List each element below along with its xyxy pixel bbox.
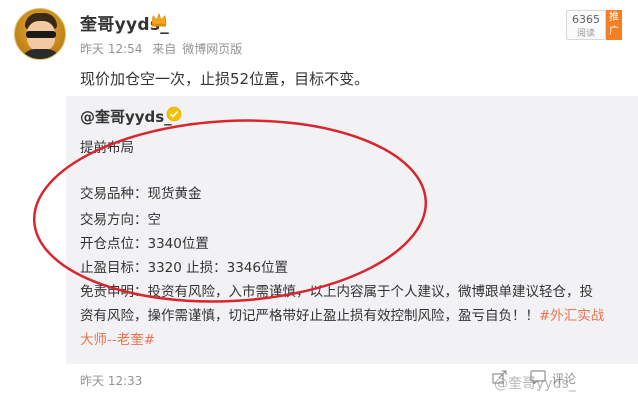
crown-icon (151, 12, 167, 27)
weibo-post-card: 奎哥yyds_ 昨天 12:54 来自 微博网页版 6365 阅读 推广 现价加仓… (0, 0, 638, 400)
hashtag-link-part1[interactable]: #外汇实战 (539, 308, 604, 324)
promo-button[interactable]: 推广 (606, 10, 622, 40)
reposted-content[interactable]: @奎哥yyds_ 提前布局 交易品种：现货黄金 交易方向：空 开仓点位：3340… (66, 96, 638, 364)
read-count: 6365 (572, 13, 600, 26)
watermark: @奎哥yyds_ (494, 376, 576, 392)
post-time[interactable]: 昨天 12:54 (80, 42, 142, 56)
repost-time[interactable]: 昨天 12:33 (80, 372, 142, 389)
repost-line-3: 交易方向：空 (80, 212, 161, 228)
repost-line-7-text: 资有风险，操作需谨慎，切记严格带好止盈止损有效控制风险，盈亏自负！！ (80, 308, 539, 324)
repost-line-4: 开仓点位：3340位置 (80, 236, 209, 252)
post-text: 现价加仓空一次，止损52位置，目标不变。 (80, 70, 370, 88)
hashtag-link-part2[interactable]: 大师--老奎# (80, 328, 155, 348)
source-prefix: 来自 (152, 42, 177, 56)
post-source[interactable]: 微博网页版 (182, 42, 242, 56)
repost-line-2: 交易品种：现货黄金 (80, 186, 202, 202)
verified-badge-icon (166, 106, 182, 122)
post-meta: 昨天 12:54 来自 微博网页版 (80, 40, 248, 57)
read-label: 阅读 (576, 29, 595, 39)
repost-username[interactable]: @奎哥yyds_ (80, 106, 172, 127)
repost-line-6: 免责申明：投资有风险，入市需谨慎，以上内容属于个人建议，微博跟单建议轻仓，投 (80, 284, 593, 300)
repost-line-5: 止盈目标：3320 止损：3346位置 (80, 260, 289, 276)
repost-line-1: 提前布局 (80, 140, 134, 156)
repost-line-7: 资有风险，操作需谨慎，切记严格带好止盈止损有效控制风险，盈亏自负！！#外汇实战 (80, 304, 604, 324)
read-count-box: 6365 阅读 (566, 10, 606, 40)
avatar[interactable] (14, 8, 66, 60)
